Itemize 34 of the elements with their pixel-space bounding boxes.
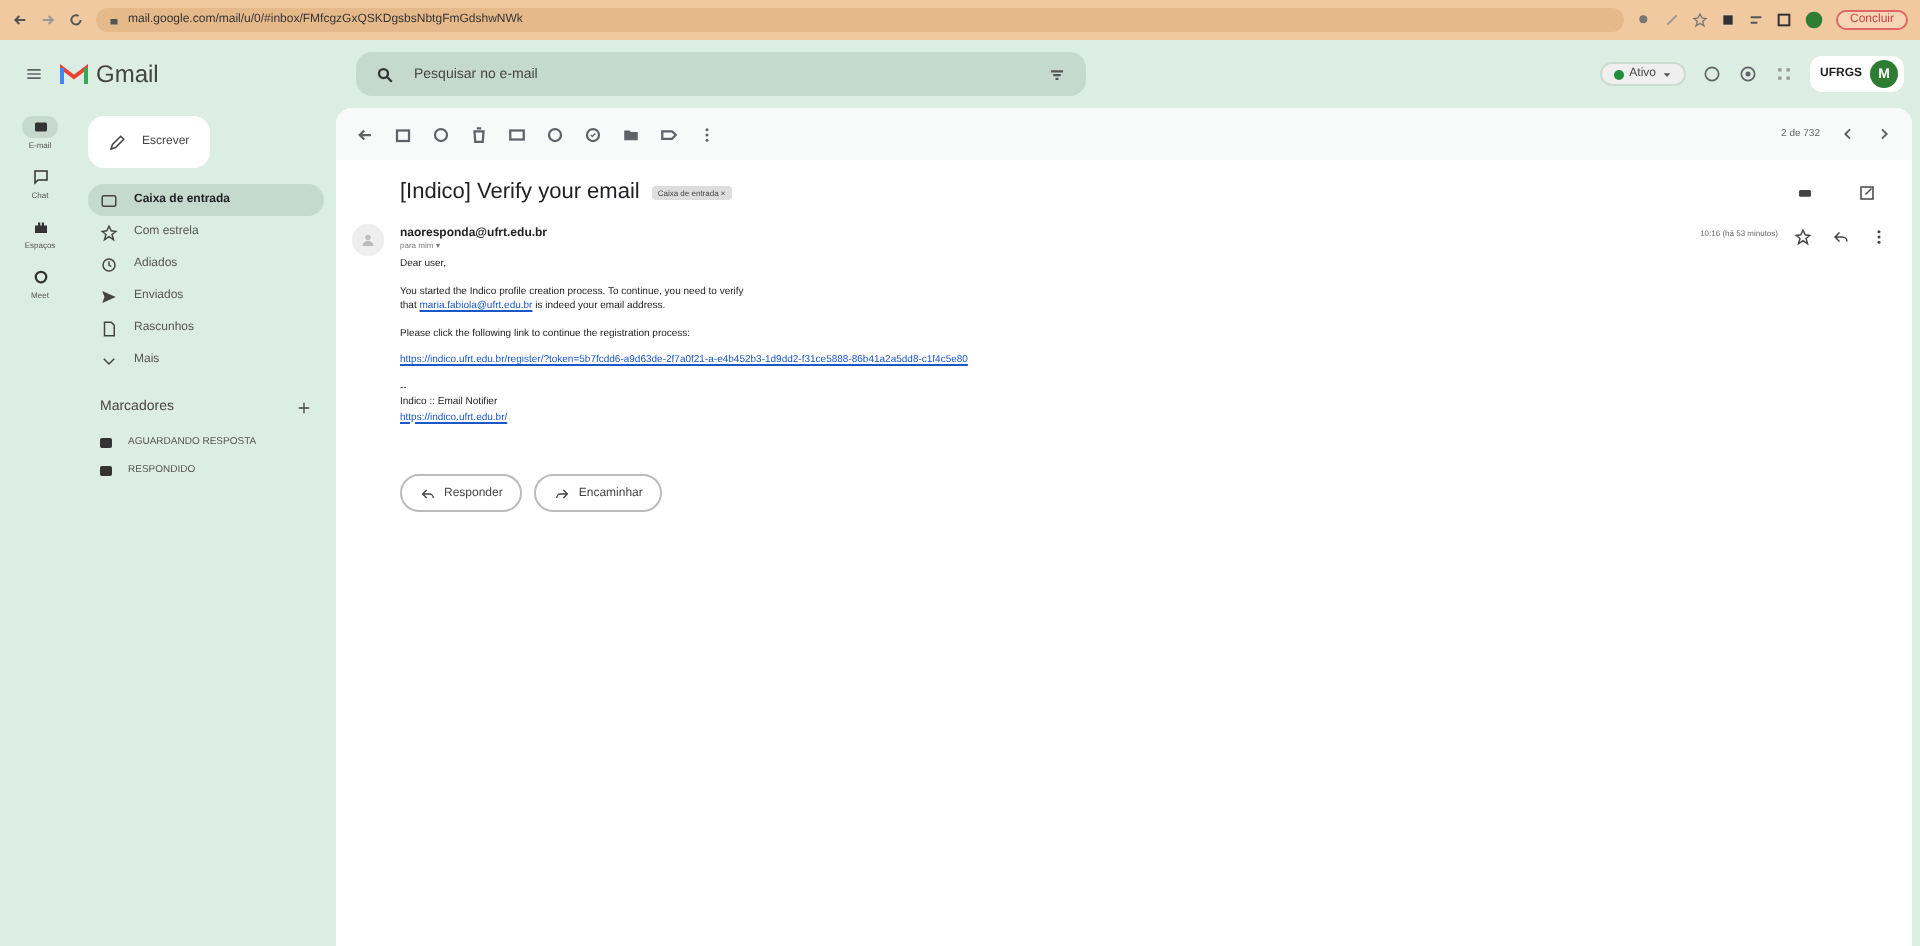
- star-icon: [100, 223, 118, 241]
- document-icon: [100, 319, 118, 337]
- reply-icon: [420, 485, 436, 501]
- menu-icon[interactable]: [24, 64, 44, 84]
- avatar-icon: [352, 224, 384, 256]
- inbox-icon: [100, 191, 118, 209]
- task-icon[interactable]: [584, 125, 602, 143]
- new-window-icon[interactable]: [1858, 183, 1876, 201]
- star-icon[interactable]: [1691, 12, 1708, 28]
- back-icon[interactable]: [12, 12, 28, 28]
- plus-icon[interactable]: [296, 400, 312, 416]
- back-icon[interactable]: [356, 125, 374, 143]
- settings-icon[interactable]: [1738, 64, 1758, 84]
- app-name: Gmail: [96, 60, 159, 88]
- help-icon[interactable]: [1702, 64, 1722, 84]
- chat-icon: [31, 168, 49, 186]
- label-icon[interactable]: [660, 125, 678, 143]
- star-icon[interactable]: [1794, 228, 1812, 246]
- search-icon: [376, 65, 394, 83]
- reply-icon[interactable]: [1832, 228, 1850, 246]
- send-icon: [100, 287, 118, 305]
- folder-icon[interactable]: [622, 125, 640, 143]
- trash-icon[interactable]: [470, 125, 488, 143]
- caret-icon: [1662, 69, 1672, 79]
- chevron-right-icon[interactable]: [1876, 126, 1892, 142]
- profile-icon[interactable]: [1803, 10, 1824, 30]
- pencil-icon: [108, 133, 126, 151]
- chevron-left-icon[interactable]: [1840, 126, 1856, 142]
- logo-icon: [60, 63, 88, 85]
- email-subject: [Indico] Verify your email: [400, 180, 640, 204]
- filter-icon[interactable]: [1048, 65, 1066, 83]
- reload-icon[interactable]: [68, 12, 84, 28]
- lock-icon: [108, 14, 120, 26]
- forward-icon: [554, 485, 571, 501]
